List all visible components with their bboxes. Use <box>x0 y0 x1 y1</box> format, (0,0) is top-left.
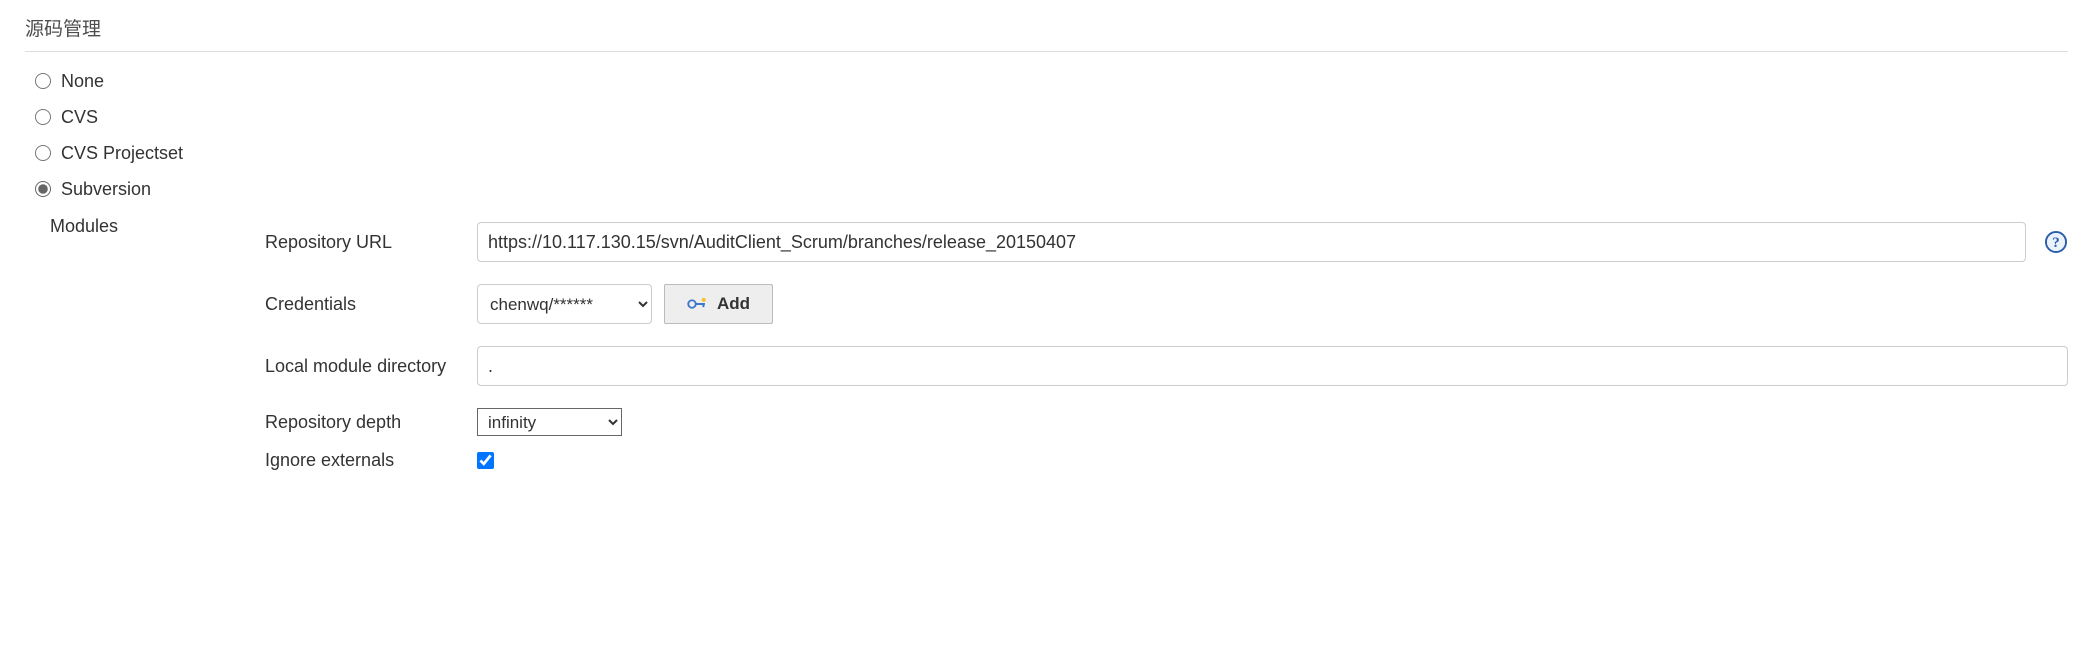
scm-label-cvs-projectset[interactable]: CVS Projectset <box>61 143 183 164</box>
help-icon[interactable]: ? <box>2044 230 2068 254</box>
scm-radio-cvs-projectset[interactable] <box>35 145 51 161</box>
add-button-label: Add <box>717 294 750 314</box>
ignore-externals-checkbox[interactable] <box>477 452 494 469</box>
key-icon <box>687 296 707 312</box>
modules-section: Modules Repository URL ? Credentials che… <box>35 214 2068 493</box>
scm-option-cvs-row: CVS <box>35 106 2068 128</box>
repo-url-label: Repository URL <box>265 232 465 253</box>
credentials-label: Credentials <box>265 294 465 315</box>
scm-option-none-row: None <box>35 70 2068 92</box>
scm-radio-subversion[interactable] <box>35 181 51 197</box>
credentials-row: Credentials chenwq/****** Add <box>265 284 2068 324</box>
repo-depth-label: Repository depth <box>265 412 465 433</box>
scm-label-subversion[interactable]: Subversion <box>61 179 151 200</box>
ignore-externals-row: Ignore externals <box>265 450 2068 471</box>
repo-url-input[interactable] <box>477 222 2026 262</box>
repo-url-row: Repository URL ? <box>265 222 2068 262</box>
local-dir-input[interactable] <box>477 346 2068 386</box>
modules-fields: Repository URL ? Credentials chenwq/****… <box>265 214 2068 493</box>
scm-label-none[interactable]: None <box>61 71 104 92</box>
credentials-select[interactable]: chenwq/****** <box>477 284 652 324</box>
svg-text:?: ? <box>2052 235 2060 251</box>
repo-depth-row: Repository depth infinity <box>265 408 2068 436</box>
add-credentials-button[interactable]: Add <box>664 284 773 324</box>
repo-depth-select[interactable]: infinity <box>477 408 622 436</box>
modules-section-label: Modules <box>35 214 265 237</box>
scm-radio-cvs[interactable] <box>35 109 51 125</box>
scm-option-svn-row: Subversion <box>35 178 2068 200</box>
local-dir-row: Local module directory <box>265 346 2068 386</box>
scm-radio-none[interactable] <box>35 73 51 89</box>
local-dir-label: Local module directory <box>265 356 465 377</box>
section-title: 源码管理 <box>25 10 2068 52</box>
scm-radio-group: None CVS CVS Projectset Subversion Modul… <box>35 70 2068 493</box>
scm-option-cvsps-row: CVS Projectset <box>35 142 2068 164</box>
scm-label-cvs[interactable]: CVS <box>61 107 98 128</box>
ignore-externals-label: Ignore externals <box>265 450 465 471</box>
